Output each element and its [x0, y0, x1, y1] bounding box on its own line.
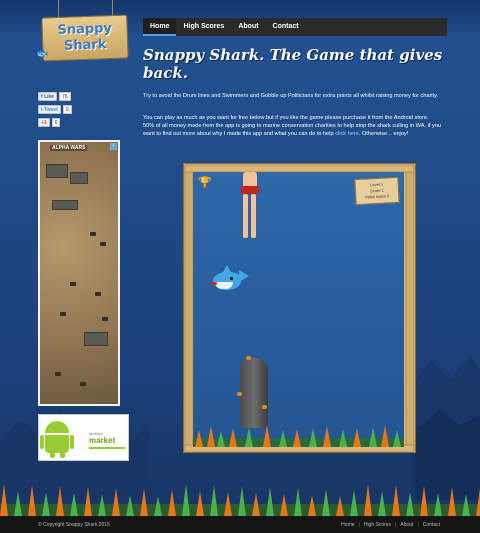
footer-link-contact[interactable]: Contact: [421, 522, 442, 528]
ad-image[interactable]: ALPHA WARS i: [40, 142, 118, 404]
coral: [476, 488, 480, 516]
footer: © Copyright Snappy Shark 2015 Home | High…: [0, 516, 480, 533]
ad-tank: [55, 372, 61, 376]
nav-high-scores[interactable]: High Scores: [176, 18, 231, 36]
trophy-icon: 🏆: [198, 177, 212, 189]
coral: [182, 484, 190, 516]
logo-line2: Shark: [63, 37, 107, 54]
google-plus[interactable]: +1 0: [38, 118, 61, 127]
coral: [378, 491, 386, 516]
facebook-like[interactable]: f Like 76: [38, 92, 71, 101]
nav-contact[interactable]: Contact: [266, 18, 306, 36]
coral: [420, 486, 428, 516]
coral-dot: [237, 392, 242, 396]
coral: [266, 487, 274, 516]
coral: [168, 490, 176, 516]
footer-link-high-scores[interactable]: High Scores: [362, 522, 393, 528]
swimmer-shorts: [241, 186, 259, 194]
coral: [238, 486, 246, 516]
coral: [448, 487, 456, 516]
game-seabed-coral: [193, 425, 404, 447]
logo-rope-left: [58, 0, 59, 18]
footer-link-home[interactable]: Home: [339, 522, 356, 528]
coral: [140, 489, 148, 516]
ad-tank: [100, 242, 106, 246]
ad-tank: [95, 292, 101, 296]
coral: [350, 490, 358, 516]
coral: [392, 485, 400, 516]
nav-home[interactable]: Home: [143, 18, 177, 36]
tweet-button[interactable]: t Tweet: [38, 105, 61, 114]
intro-paragraph: Try to avoid the Drum lines and Swimmers…: [143, 93, 439, 99]
facebook-like-count: 76: [59, 92, 71, 101]
site-logo[interactable]: Snappy Shark: [41, 14, 129, 62]
ad-building: [70, 172, 88, 184]
ad-tank: [102, 317, 108, 321]
coral: [322, 489, 330, 516]
android-market-badge[interactable]: android market: [38, 414, 129, 461]
fish-icon: 🐟: [36, 48, 49, 59]
nav-about[interactable]: About: [231, 18, 265, 36]
coral: [0, 484, 8, 516]
swimmer-leg: [243, 194, 248, 238]
ad-building: [84, 332, 108, 346]
footer-link-about[interactable]: About: [398, 522, 415, 528]
market-big-label: market: [89, 436, 116, 445]
ad-tank: [80, 382, 86, 386]
coral: [196, 491, 204, 516]
coral: [112, 488, 120, 516]
coral: [56, 486, 64, 516]
scoreboard: Level 1 Score 1 Pollis eaten 0: [354, 176, 400, 206]
copyright-text: © Copyright Snappy Shark 2015: [38, 521, 110, 528]
footer-seabed-coral: [0, 484, 480, 516]
coral: [364, 484, 372, 516]
advertisement[interactable]: ALPHA WARS i: [38, 140, 120, 406]
main-nav: Home High Scores About Contact: [143, 18, 447, 36]
coral: [294, 488, 302, 516]
ad-choices-icon[interactable]: i: [110, 143, 117, 150]
wood-plank-overlay: [184, 164, 415, 453]
page-title: Snappy Shark. The Game that gives back.: [143, 46, 443, 82]
swimmer-leg: [251, 194, 256, 238]
coral: [84, 487, 92, 516]
android-arm: [70, 435, 74, 449]
android-body: [45, 435, 69, 453]
market-bar: [89, 447, 125, 449]
google-plus-count: 0: [51, 118, 61, 127]
ad-tank: [70, 282, 76, 286]
coral: [210, 485, 218, 516]
pollies-label: Pollis eaten 0: [365, 193, 390, 200]
twitter-tweet[interactable]: t Tweet 0: [38, 105, 72, 114]
ad-tank: [60, 312, 66, 316]
coral-dot: [262, 405, 267, 409]
ad-title: ALPHA WARS: [50, 145, 88, 151]
facebook-like-button[interactable]: f Like: [38, 92, 58, 101]
rock-obstacle: [240, 358, 268, 428]
android-leg: [50, 452, 55, 458]
coral-dot: [246, 356, 251, 360]
tweet-count: 0: [62, 105, 72, 114]
footer-links: Home | High Scores | About | Contact: [339, 522, 442, 528]
shark-mouth: [211, 282, 217, 285]
purchase-text-end: . Otherwise... enjoy!: [358, 131, 409, 137]
coral: [28, 485, 36, 516]
ad-building: [52, 200, 78, 210]
android-leg: [60, 452, 65, 458]
google-plus-button[interactable]: +1: [38, 118, 50, 127]
market-label: android market: [89, 431, 125, 449]
shark-eye: [230, 277, 233, 280]
purchase-paragraph: You can play as much as you want for fre…: [143, 114, 441, 138]
ad-building: [46, 164, 68, 178]
android-arm: [40, 435, 44, 449]
android-icon: [45, 421, 69, 433]
coral: [14, 491, 22, 516]
click-here-link[interactable]: click here: [335, 131, 359, 137]
ad-tank: [90, 232, 96, 236]
